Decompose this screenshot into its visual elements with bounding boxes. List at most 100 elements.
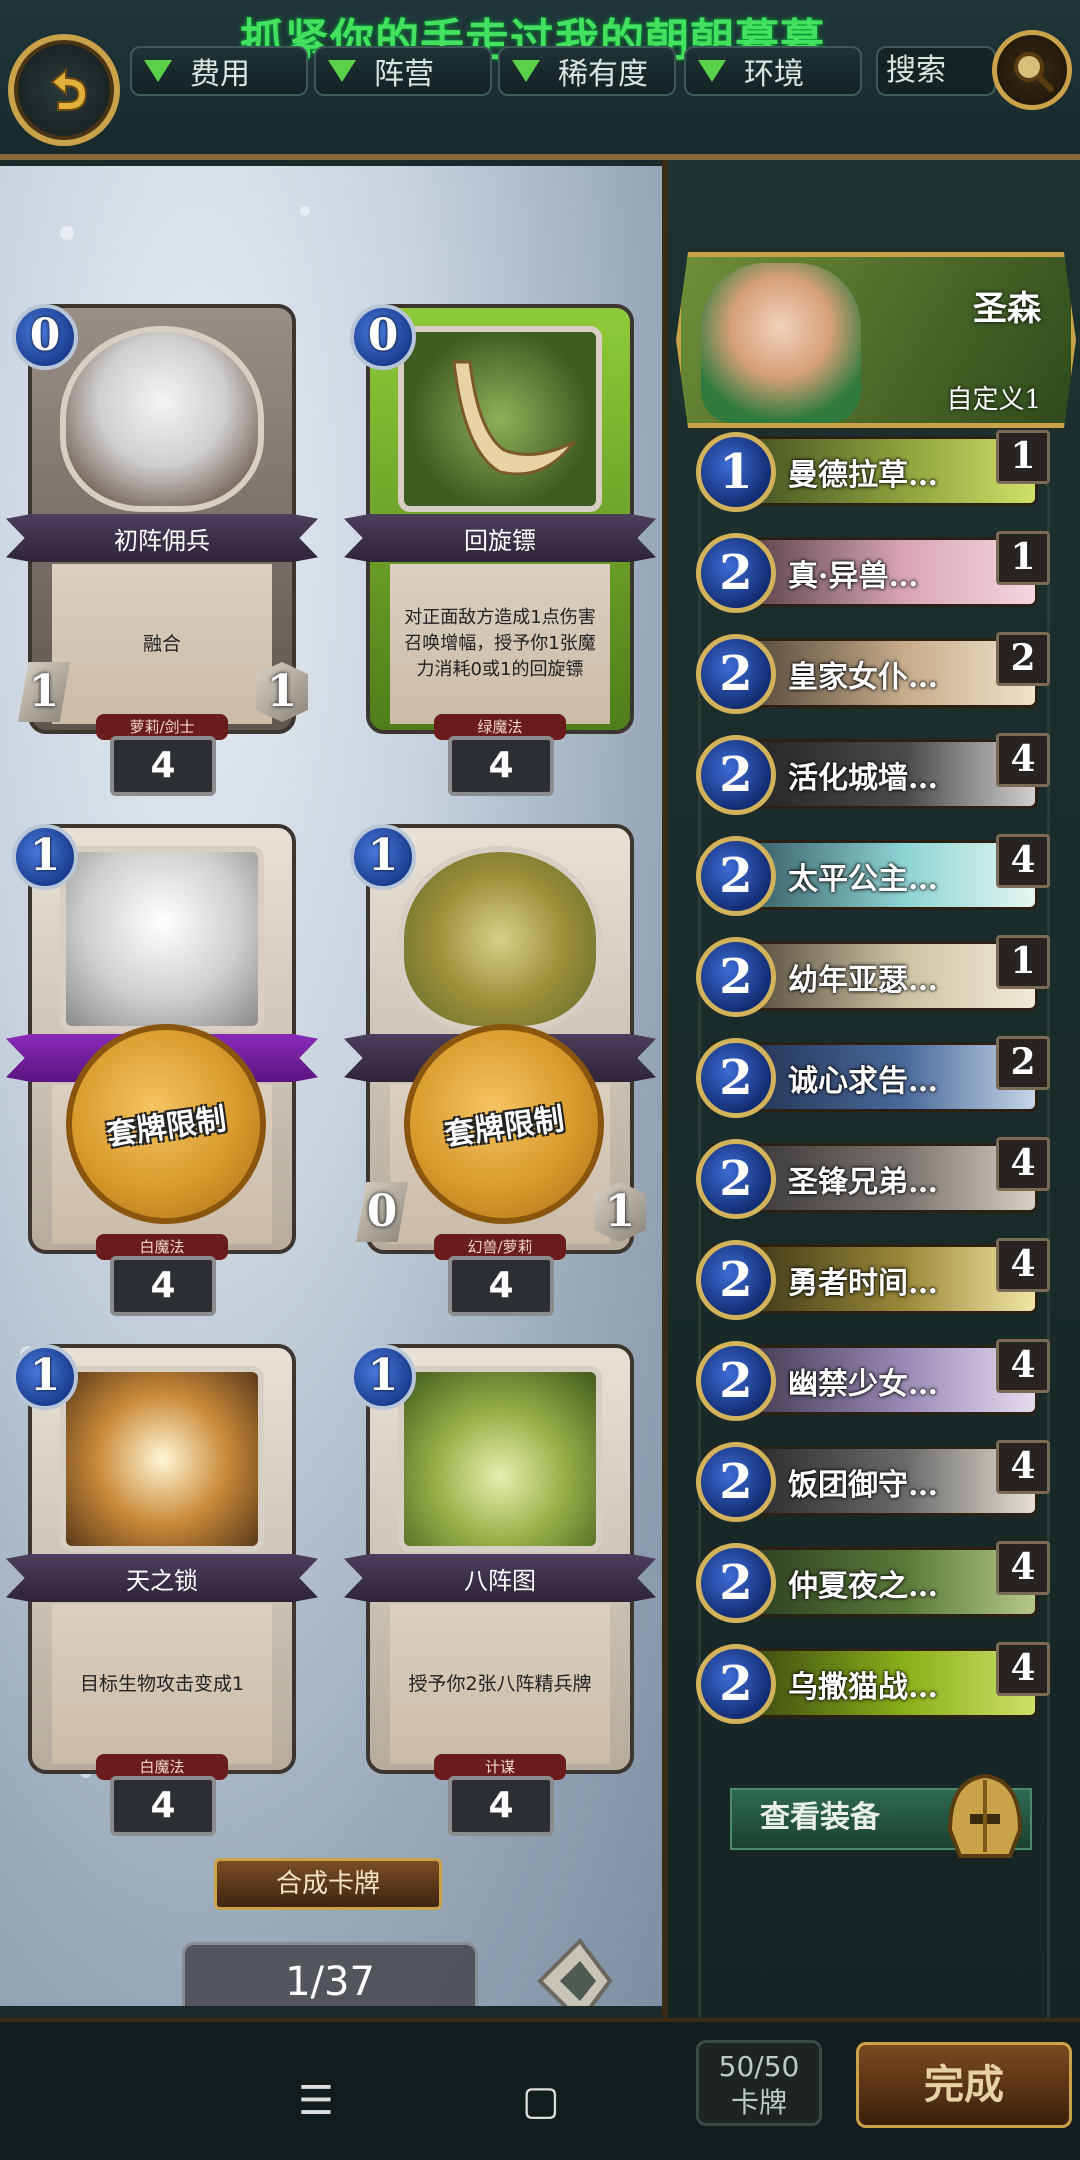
card-mercenary[interactable]: 初阵佣兵 融合 1 1 萝莉/剑士 4 0: [6, 304, 318, 804]
card-description: 对正面敌方造成1点伤害 召唤增幅，授予你1张魔力消耗0或1的回旋镖: [390, 564, 610, 724]
deck-card-name: 真·异兽…: [788, 559, 919, 594]
card-count: 4: [448, 1256, 554, 1316]
deck-card-name: 诚心求告…: [788, 1064, 938, 1099]
dropdown-triangle-icon: [144, 60, 172, 82]
filter-rarity[interactable]: 稀有度: [498, 46, 676, 96]
deck-card-count: 50/50 卡牌: [696, 2040, 822, 2126]
snowflake: [300, 206, 310, 216]
deck-card-name: 仲夏夜之…: [788, 1569, 938, 1604]
deck-card-row[interactable]: 2 幽禁少女… 4: [696, 1337, 1050, 1425]
deck-card-quantity: 1: [996, 935, 1050, 989]
deck-card-row[interactable]: 1 曼德拉草… 1: [696, 428, 1050, 516]
card-art: [60, 326, 264, 512]
deck-card-name: 皇家女仆…: [788, 660, 938, 695]
search-input[interactable]: 搜索: [876, 46, 996, 96]
magnifier-icon: [1014, 52, 1054, 92]
deck-card-quantity: 1: [996, 531, 1050, 585]
deck-card-row[interactable]: 2 圣锋兄弟… 4: [696, 1135, 1050, 1223]
deck-card-cost: 2: [696, 1341, 776, 1421]
done-button[interactable]: 完成: [856, 2042, 1072, 2128]
deck-card-quantity: 4: [996, 1541, 1050, 1595]
card-description: 目标生物攻击变成1: [52, 1604, 272, 1764]
deck-subtitle: 自定义1: [946, 385, 1041, 415]
filter-environment[interactable]: 环境: [684, 46, 862, 96]
card-name: 初阵佣兵: [6, 514, 318, 562]
deck-card-cost: 1: [696, 432, 776, 512]
card-count: 4: [448, 736, 554, 796]
filter-rarity-label: 稀有度: [558, 57, 648, 92]
filter-faction-label: 阵营: [374, 57, 434, 92]
mana-cost: 1: [350, 824, 416, 890]
deck-card-row[interactable]: 2 活化城墙… 4: [696, 731, 1050, 819]
filter-cost[interactable]: 费用: [130, 46, 308, 96]
deck-card-quantity: 2: [996, 632, 1050, 686]
card-locked-2[interactable]: 0 1 幻兽/萝莉 4 1 套牌限制: [344, 824, 656, 1324]
back-button[interactable]: [8, 34, 120, 146]
mana-cost: 0: [350, 304, 416, 370]
card-count: 4: [448, 1776, 554, 1836]
deck-card-name: 勇者时间…: [788, 1266, 938, 1301]
top-bar: 抓紧你的手走过我的朝朝暮暮 费用 阵营 稀有度 环境 搜索: [0, 0, 1080, 160]
deck-card-name: 幽禁少女…: [788, 1367, 938, 1402]
deck-card-cost: 2: [696, 634, 776, 714]
deck-card-row[interactable]: 2 勇者时间… 4: [696, 1236, 1050, 1324]
filter-environment-label: 环境: [744, 57, 804, 92]
deck-card-row[interactable]: 2 皇家女仆… 2: [696, 630, 1050, 718]
deck-card-quantity: 1: [996, 430, 1050, 484]
deck-card-row[interactable]: 2 幼年亚瑟… 1: [696, 933, 1050, 1021]
deck-count-label: 卡牌: [730, 2086, 787, 2119]
filter-faction[interactable]: 阵营: [314, 46, 492, 96]
deck-card-quantity: 4: [996, 733, 1050, 787]
dropdown-triangle-icon: [328, 60, 356, 82]
deck-limit-text: 套牌限制: [442, 1101, 567, 1154]
mana-cost: 0: [12, 304, 78, 370]
deck-header[interactable]: 圣森 自定义1: [676, 252, 1076, 428]
card-description: 融合: [52, 564, 272, 724]
card-eight-formation[interactable]: 八阵图 授予你2张八阵精兵牌 计谋 4 1: [344, 1344, 656, 1844]
deck-card-cost: 2: [696, 1644, 776, 1724]
deck-card-row[interactable]: 2 乌撒猫战… 4: [696, 1640, 1050, 1728]
deck-card-row[interactable]: 2 诚心求告… 2: [696, 1034, 1050, 1122]
deck-count-value: 50/50: [718, 2050, 800, 2083]
deck-card-name: 太平公主…: [788, 862, 938, 897]
mana-cost: 1: [12, 824, 78, 890]
deck-card-row[interactable]: 2 真·异兽… 1: [696, 529, 1050, 617]
card-health: 1: [594, 1182, 646, 1242]
card-art: [60, 846, 264, 1032]
card-description: 授予你2张八阵精兵牌: [390, 1604, 610, 1764]
deck-card-row[interactable]: 2 饭团御守… 4: [696, 1438, 1050, 1526]
deck-card-quantity: 4: [996, 1642, 1050, 1696]
back-arrow-icon: [50, 67, 88, 111]
deck-card-cost: 2: [696, 1543, 776, 1623]
home-nav-button[interactable]: ▢: [522, 2078, 560, 2124]
deck-card-name: 圣锋兄弟…: [788, 1165, 938, 1200]
deck-card-quantity: 4: [996, 834, 1050, 888]
deck-card-cost: 2: [696, 1038, 776, 1118]
synthesize-card-button[interactable]: 合成卡牌: [214, 1858, 442, 1910]
search-button[interactable]: [992, 30, 1072, 110]
deck-card-cost: 2: [696, 1139, 776, 1219]
card-art: [398, 1366, 602, 1552]
next-arrow-icon: [537, 1937, 613, 2006]
card-name: 天之锁: [6, 1554, 318, 1602]
snowflake: [60, 226, 74, 240]
deck-card-cost: 2: [696, 1240, 776, 1320]
deck-card-cost: 2: [696, 735, 776, 815]
card-boomerang[interactable]: 回旋镖 对正面敌方造成1点伤害 召唤增幅，授予你1张魔力消耗0或1的回旋镖 绿魔…: [344, 304, 656, 804]
deck-card-row[interactable]: 2 太平公主… 4: [696, 832, 1050, 920]
card-count: 4: [110, 1776, 216, 1836]
deck-card-cost: 2: [696, 836, 776, 916]
card-count: 4: [110, 736, 216, 796]
deck-card-row[interactable]: 2 仲夏夜之… 4: [696, 1539, 1050, 1627]
deck-card-cost: 2: [696, 937, 776, 1017]
deck-card-name: 饭团御守…: [788, 1468, 938, 1503]
menu-nav-button[interactable]: ☰: [298, 2078, 334, 2124]
card-art: [398, 326, 602, 512]
deck-card-quantity: 4: [996, 1137, 1050, 1191]
boomerang-icon: [452, 360, 576, 476]
card-heaven-chain[interactable]: 天之锁 目标生物攻击变成1 白魔法 4 1: [6, 1344, 318, 1844]
card-art: [60, 1366, 264, 1552]
card-locked-1[interactable]: 白魔法 4 1 套牌限制: [6, 824, 318, 1324]
next-page-button[interactable]: [530, 1926, 620, 2006]
deck-card-cost: 2: [696, 533, 776, 613]
